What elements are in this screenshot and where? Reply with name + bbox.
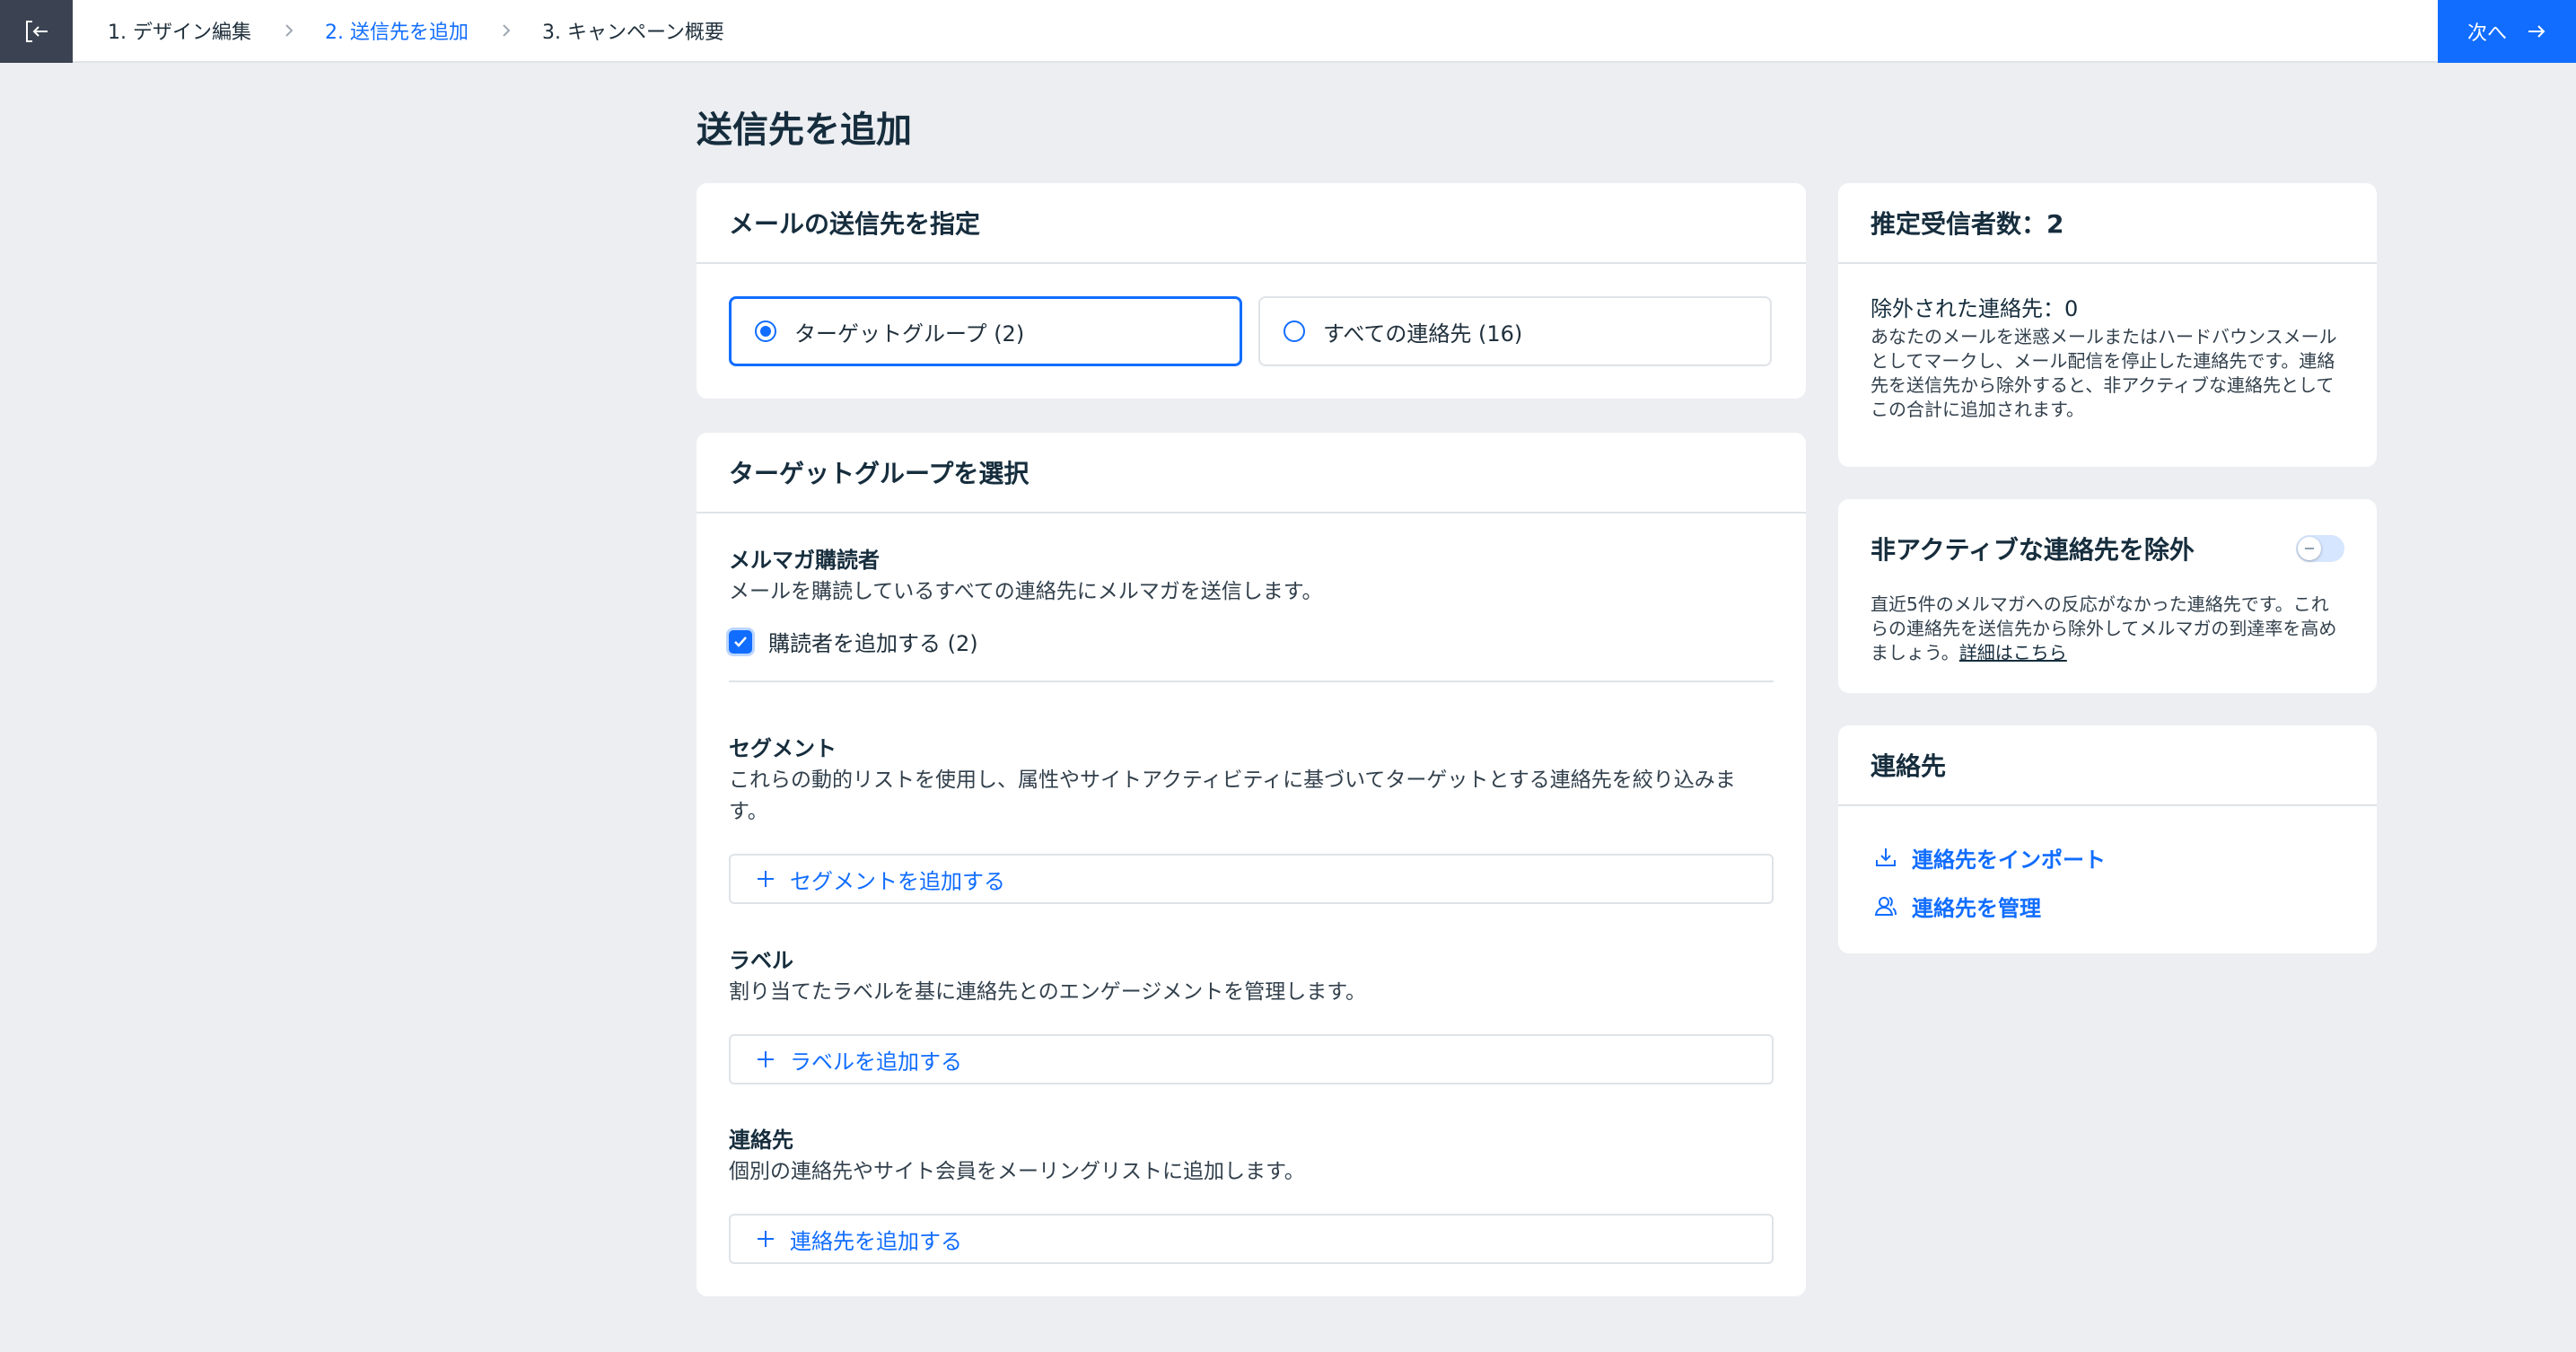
add-subscribers-label: 購読者を追加する (2) xyxy=(768,631,978,656)
import-contacts-link[interactable]: 連絡先をインポート xyxy=(1838,833,2377,882)
learn-more-link[interactable]: 詳細はこちら xyxy=(1959,642,2067,663)
add-contact-button[interactable]: 連絡先を追加する xyxy=(729,1214,1774,1264)
section-divider xyxy=(729,680,1774,682)
exclude-inactive-toggle[interactable] xyxy=(2296,535,2344,562)
step-recipients[interactable]: 2. 送信先を追加 xyxy=(325,16,469,45)
labels-section: ラベル 割り当てたラベルを基に連絡先とのエンゲージメントを管理します。 xyxy=(729,944,1774,1008)
add-segment-button[interactable]: セグメントを追加する xyxy=(729,854,1774,904)
add-subscribers-checkbox[interactable]: 購読者を追加する (2) xyxy=(729,626,1774,657)
manage-contacts-label: 連絡先を管理 xyxy=(1912,895,2041,921)
subscribers-desc: メールを購読しているすべての連絡先にメルマガを送信します。 xyxy=(729,580,1323,603)
segments-button-wrap: セグメントを追加する xyxy=(729,854,1774,904)
excluded-note: あなたのメールを迷惑メールまたはハードバウンスメールとしてマークし、メール配信を… xyxy=(1871,326,2337,420)
radio-selected-icon xyxy=(755,320,776,342)
radio-target-group-label: ターゲットグループ (2) xyxy=(794,320,1025,347)
subscribers-section: メルマガ購読者 メールを購読しているすべての連絡先にメルマガを送信します。 購読… xyxy=(729,544,1774,682)
radio-target-group[interactable]: ターゲットグループ (2) xyxy=(729,296,1242,366)
next-button-label: 次へ xyxy=(2466,22,2507,45)
breadcrumb: 1. デザイン編集 2. 送信先を追加 3. キャンペーン概要 xyxy=(108,0,724,61)
inactive-title: 非アクティブな連絡先を除外 xyxy=(1871,535,2195,565)
step-summary[interactable]: 3. キャンペーン概要 xyxy=(542,16,724,45)
excluded-count: 除外された連絡先：0 xyxy=(1871,296,2079,321)
manage-contacts-link[interactable]: 連絡先を管理 xyxy=(1838,882,2377,930)
chevron-right-icon xyxy=(501,22,512,39)
contacts-desc: 個別の連絡先やサイト会員をメーリングリストに追加します。 xyxy=(729,1160,1305,1183)
plus-icon xyxy=(758,1231,774,1247)
step-design[interactable]: 1. デザイン編集 xyxy=(108,16,251,45)
page-title: 送信先を追加 xyxy=(697,110,912,151)
chevron-right-icon xyxy=(284,22,294,39)
contacts-card: 連絡先 連絡先をインポート 連絡先を管理 xyxy=(1838,725,2377,953)
add-segment-label: セグメントを追加する xyxy=(790,868,1005,894)
target-group-card: ターゲットグループを選択 メルマガ購読者 メールを購読しているすべての連絡先にメ… xyxy=(697,433,1806,1296)
arrow-right-icon xyxy=(2528,25,2545,38)
contacts-section: 連絡先 個別の連絡先やサイト会員をメーリングリストに追加します。 xyxy=(729,1124,1774,1188)
add-label-button[interactable]: ラベルを追加する xyxy=(729,1034,1774,1084)
estimate-card: 推定受信者数：2 除外された連絡先：0 あなたのメールを迷惑メールまたはハードバ… xyxy=(1838,183,2377,467)
top-bar: 1. デザイン編集 2. 送信先を追加 3. キャンペーン概要 次へ xyxy=(0,0,2576,63)
radio-all-contacts[interactable]: すべての連絡先 (16) xyxy=(1258,296,1772,366)
recipient-options: ターゲットグループ (2) すべての連絡先 (16) xyxy=(729,296,1772,366)
contacts-title: 連絡先 xyxy=(729,1128,793,1153)
labels-button-wrap: ラベルを追加する xyxy=(729,1034,1774,1084)
subscribers-title: メルマガ購読者 xyxy=(729,548,880,573)
radio-all-contacts-label: すべての連絡先 (16) xyxy=(1323,320,1523,347)
contacts-button-wrap: 連絡先を追加する xyxy=(729,1214,1774,1264)
inactive-card: 非アクティブな連絡先を除外 直近5件のメルマガへの反応がなかった連絡先です。これ… xyxy=(1838,499,2377,693)
plus-icon xyxy=(758,1051,774,1067)
labels-desc: 割り当てたラベルを基に連絡先とのエンゲージメントを管理します。 xyxy=(729,980,1367,1004)
segments-title: セグメント xyxy=(729,736,837,761)
add-label-label: ラベルを追加する xyxy=(790,1049,962,1075)
contacts-card-title: 連絡先 xyxy=(1838,725,2377,806)
estimate-title: 推定受信者数：2 xyxy=(1838,183,2377,264)
radio-unselected-icon xyxy=(1284,320,1305,342)
import-contacts-label: 連絡先をインポート xyxy=(1912,847,2106,873)
inactive-desc: 直近5件のメルマガへの反応がなかった連絡先です。これらの連絡先を送信先から除外し… xyxy=(1871,593,2337,663)
segments-desc: これらの動的リストを使用し、属性やサイトアクティビティに基づいてターゲットとする… xyxy=(729,768,1736,823)
contacts-icon xyxy=(1874,897,1897,916)
toggle-knob xyxy=(2298,537,2321,560)
recipients-card-title: メールの送信先を指定 xyxy=(697,183,1806,264)
download-icon xyxy=(1876,848,1896,866)
exit-button[interactable] xyxy=(0,0,73,63)
next-button[interactable]: 次へ xyxy=(2438,0,2576,63)
add-contact-label: 連絡先を追加する xyxy=(790,1228,962,1254)
target-group-card-title: ターゲットグループを選択 xyxy=(697,433,1806,514)
recipients-card: メールの送信先を指定 ターゲットグループ (2) すべての連絡先 (16) xyxy=(697,183,1806,399)
labels-title: ラベル xyxy=(729,948,793,973)
segments-section: セグメント これらの動的リストを使用し、属性やサイトアクティビティに基づいてター… xyxy=(729,733,1774,828)
plus-icon xyxy=(758,871,774,887)
checkmark-icon xyxy=(729,629,752,654)
exit-icon xyxy=(25,21,48,42)
